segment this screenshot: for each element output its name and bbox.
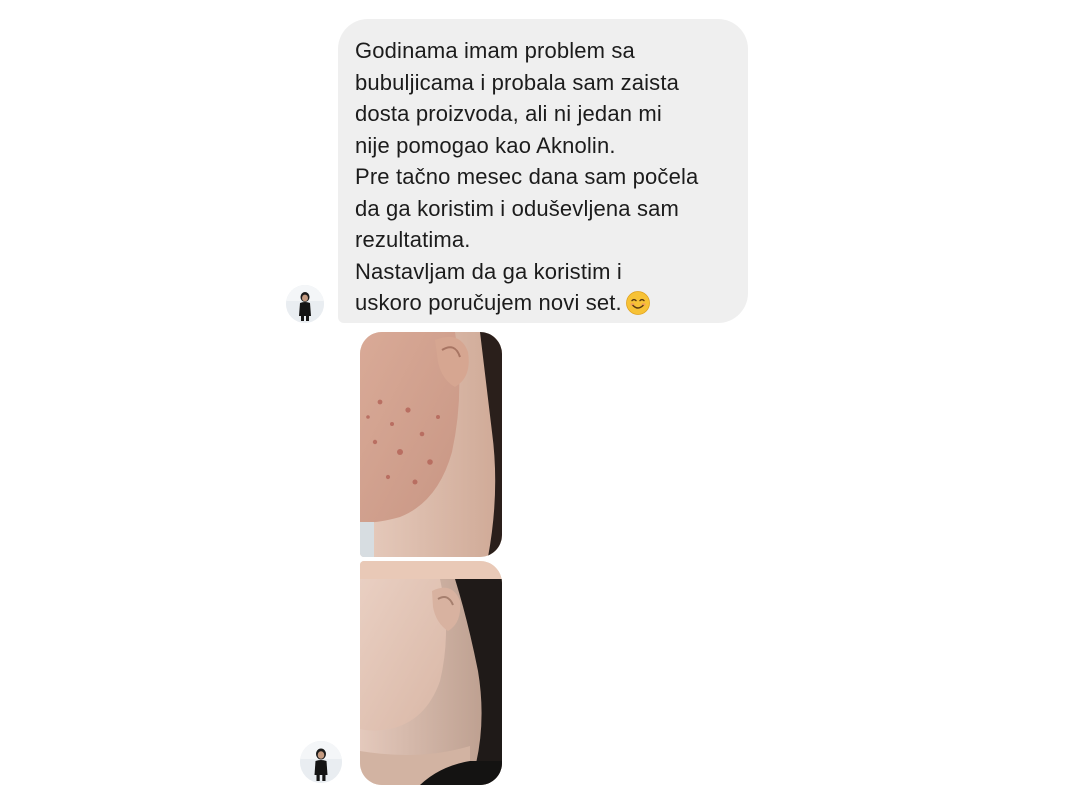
message-line: dosta proizvoda, ali ni jedan mi <box>355 101 662 126</box>
sender-avatar[interactable] <box>286 285 324 323</box>
message-line: da ga koristim i oduševljena sam <box>355 195 679 221</box>
message-line-last: uskoro poručujem novi set. <box>355 287 730 319</box>
message-line: Godinama imam problem sa <box>355 38 635 63</box>
person-icon <box>300 741 342 783</box>
person-icon <box>286 285 324 323</box>
message-text: Godinama imam problem sa bubuljicama i p… <box>355 35 730 319</box>
before-photo[interactable] <box>360 332 502 557</box>
message-line: rezultatima. <box>355 227 471 252</box>
message-line: Nastavljam da ga koristim i <box>355 258 622 284</box>
message-bubble[interactable]: Godinama imam problem sa bubuljicama i p… <box>338 19 748 323</box>
sender-avatar[interactable] <box>300 741 342 783</box>
smiling-face-emoji-icon <box>625 291 650 315</box>
after-photo-clear-cheek-icon <box>360 561 502 785</box>
message-line: nije pomogao kao Aknolin. <box>355 132 616 158</box>
before-photo-acne-cheek-icon <box>360 332 502 557</box>
after-photo[interactable] <box>360 561 502 785</box>
message-line: bubuljicama i probala sam zaista <box>355 69 679 95</box>
message-line: Pre tačno mesec dana sam počela <box>355 164 699 189</box>
message-line-text: uskoro poručujem novi set. <box>355 290 622 315</box>
